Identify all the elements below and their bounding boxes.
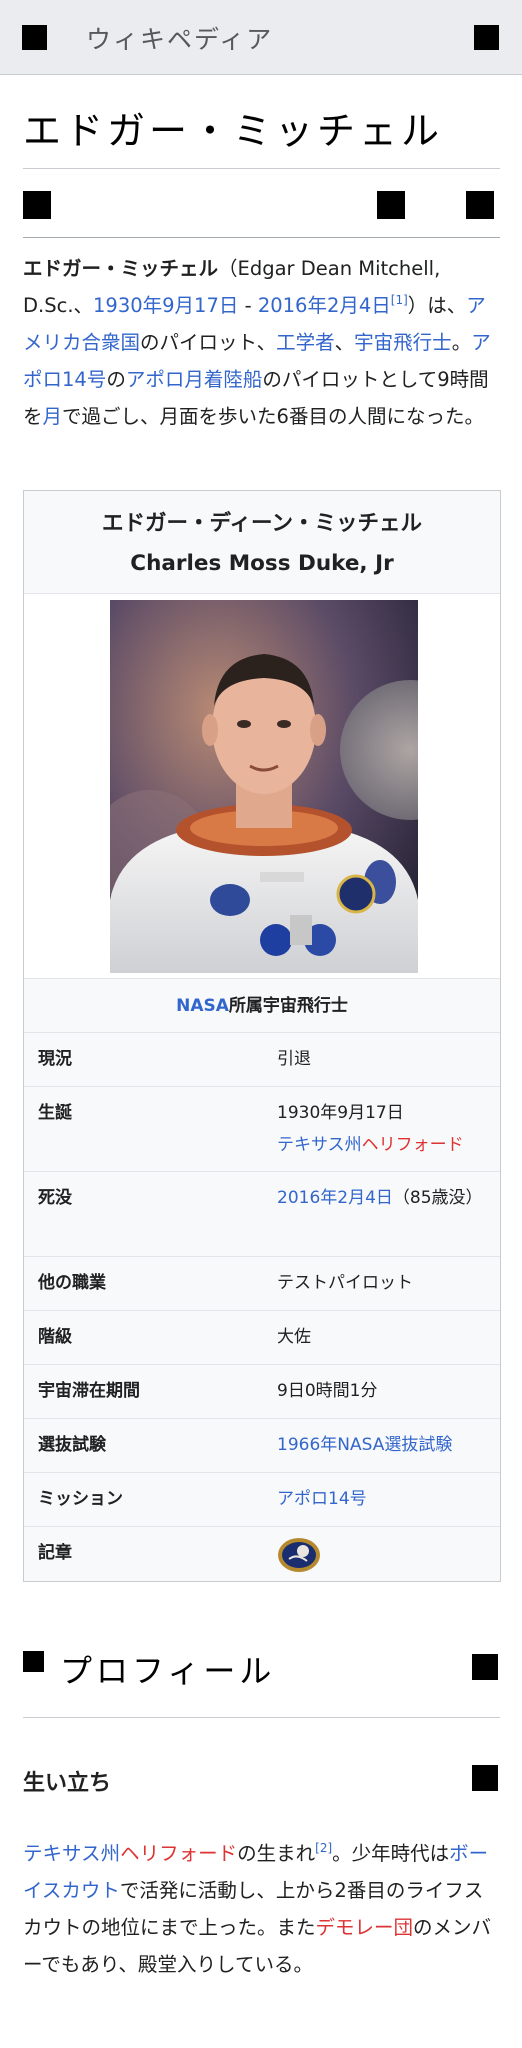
search-icon[interactable]: [474, 25, 499, 50]
infobox-image-cell: [24, 593, 500, 978]
moon-link[interactable]: 月: [43, 405, 63, 428]
row-label: 生誕: [38, 1103, 72, 1123]
section-heading-profile[interactable]: プロフィール: [60, 1646, 275, 1692]
infobox-title: エドガー・ディーン・ミッチェル Charles Moss Duke, Jr: [24, 491, 500, 593]
subsection-heading-early-life: 生い立ち: [23, 1771, 112, 1796]
row-mission: ミッション アポロ14号: [24, 1472, 500, 1526]
infobox: エドガー・ディーン・ミッチェル Charles Moss Duke, Jr NA…: [23, 490, 501, 1582]
paragraph-text: 。少年時代は: [332, 1842, 450, 1865]
row-label: 他の職業: [38, 1273, 106, 1293]
lead-text: 、: [334, 331, 355, 354]
hereford-redlink[interactable]: ヘリフォード: [120, 1842, 237, 1865]
selection-link[interactable]: 1966年NASA選抜試験: [277, 1429, 487, 1461]
row-selection: 選抜試験 1966年NASA選抜試験: [24, 1418, 500, 1472]
death-age: （85歳没）: [392, 1188, 483, 1208]
row-insignia: 記章: [24, 1526, 500, 1581]
row-label: 階級: [38, 1327, 72, 1347]
row-birth: 生誕 1930年9月17日 テキサス州ヘリフォード: [24, 1086, 500, 1171]
edit-icon[interactable]: [466, 191, 494, 219]
row-label: 選抜試験: [38, 1435, 106, 1455]
row-label: 記章: [38, 1543, 72, 1563]
infobox-caption: NASA所属宇宙飛行士: [24, 978, 500, 1032]
row-death: 死没 2016年2月4日（85歳没）: [24, 1171, 500, 1256]
row-label: 現況: [38, 1049, 72, 1069]
row-status: 現況 引退: [24, 1032, 500, 1086]
row-rank: 階級 大佐: [24, 1310, 500, 1364]
row-value: 1930年9月17日 テキサス州ヘリフォード: [277, 1097, 487, 1161]
caption-text: 所属宇宙飛行士: [228, 996, 348, 1016]
row-occupation: 他の職業 テストパイロット: [24, 1256, 500, 1310]
row-value: 9日0時間1分: [277, 1381, 378, 1401]
lead-text: 。: [451, 331, 472, 354]
birth-date: 1930年9月17日: [277, 1103, 404, 1123]
lead-name: エドガー・ミッチェル: [23, 257, 219, 280]
page-title: エドガー・ミッチェル: [23, 109, 444, 153]
collapse-toggle-icon[interactable]: [23, 1651, 44, 1672]
row-value: 大佐: [277, 1327, 311, 1347]
mission-link[interactable]: アポロ14号: [277, 1483, 487, 1515]
engineer-link[interactable]: 工学者: [276, 331, 335, 354]
paragraph-text: の生まれ: [237, 1842, 316, 1865]
reference-1-link[interactable]: [1]: [391, 293, 408, 307]
texas-link[interactable]: テキサス州: [277, 1135, 362, 1155]
infobox-title-ja: エドガー・ディーン・ミッチェル: [102, 511, 422, 536]
lead-text: ）は、: [407, 294, 467, 317]
row-value: テストパイロット: [277, 1273, 413, 1293]
lunar-module-link[interactable]: アポロ月着陸船: [126, 368, 263, 391]
astronaut-link[interactable]: 宇宙飛行士: [354, 331, 452, 354]
section-divider: [23, 1717, 500, 1718]
row-label: 宇宙滞在期間: [38, 1381, 140, 1401]
demolay-redlink[interactable]: デモレー団: [316, 1916, 414, 1939]
hereford-redlink[interactable]: ヘリフォード: [362, 1135, 464, 1155]
early-life-paragraph: テキサス州ヘリフォードの生まれ[2]。少年時代はボーイスカウトで活発に活動し、上…: [23, 1835, 497, 1983]
row-time-in-space: 宇宙滞在期間 9日0時間1分: [24, 1364, 500, 1418]
mission-patch-icon[interactable]: [277, 1537, 321, 1573]
lead-text: で過ごし、月面を歩いた6番目の人間になった。: [62, 405, 484, 428]
row-value: 引退: [277, 1049, 311, 1069]
lead-text: の: [106, 368, 126, 391]
birth-date-link[interactable]: 1930年9月17日: [93, 294, 238, 317]
lead-text: -: [238, 294, 258, 317]
edit-section-icon[interactable]: [472, 1654, 498, 1680]
row-label: 死没: [38, 1188, 72, 1208]
language-icon[interactable]: [23, 191, 51, 219]
actions-divider: [23, 237, 500, 238]
title-divider: [23, 168, 500, 169]
reference-2-link[interactable]: [2]: [315, 1841, 332, 1855]
row-label: ミッション: [38, 1489, 123, 1509]
lead-text: のパイロット、: [140, 331, 277, 354]
death-date-link[interactable]: 2016年2月4日: [277, 1188, 393, 1208]
lead-paragraph: エドガー・ミッチェル（Edgar Dean Mitchell, D.Sc.、19…: [23, 250, 497, 435]
row-value: 2016年2月4日（85歳没）: [277, 1182, 487, 1214]
infobox-title-en: Charles Moss Duke, Jr: [130, 551, 394, 576]
menu-icon[interactable]: [22, 25, 47, 50]
lead-text: （: [218, 257, 238, 280]
nasa-link[interactable]: NASA: [176, 996, 229, 1016]
watch-star-icon[interactable]: [377, 191, 405, 219]
death-date-link[interactable]: 2016年2月4日: [258, 294, 391, 317]
edit-subsection-icon[interactable]: [472, 1765, 498, 1791]
astronaut-portrait[interactable]: [110, 600, 418, 973]
header-bar: ウィキペディア: [0, 0, 522, 75]
texas-link[interactable]: テキサス州: [23, 1842, 120, 1865]
site-logo[interactable]: ウィキペディア: [86, 20, 273, 56]
